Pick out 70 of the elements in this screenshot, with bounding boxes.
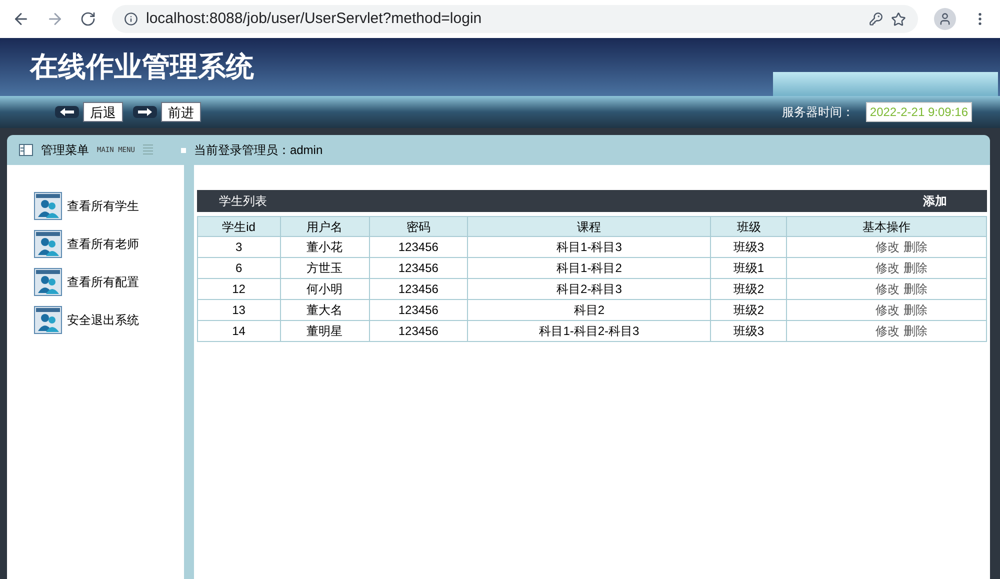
menu-title: 管理菜单	[41, 142, 89, 159]
table-cell: 13	[198, 300, 280, 320]
forward-button[interactable]: 前进	[161, 102, 201, 122]
table-title: 学生列表	[219, 193, 267, 210]
users-icon	[34, 306, 62, 334]
server-time-label: 服务器时间：	[782, 104, 854, 121]
system-title: 在线作业管理系统	[30, 50, 254, 84]
edit-link[interactable]: 修改	[876, 259, 900, 277]
table-cell: 董明星	[280, 320, 370, 342]
table-cell: 科目2	[468, 300, 711, 320]
sidebar-item[interactable]: 查看所有配置	[34, 268, 184, 296]
table-cell: 123456	[369, 236, 468, 258]
back-button[interactable]: 后退	[83, 102, 123, 122]
edit-link[interactable]: 修改	[876, 322, 900, 340]
sidebar-item[interactable]: 安全退出系统	[34, 306, 184, 334]
table-cell: 3	[198, 236, 280, 258]
list-icon	[142, 144, 153, 156]
table-cell: 科目1-科目3	[468, 236, 711, 258]
table-cell: 班级2	[710, 278, 787, 300]
table-cell: 科目1-科目2-科目3	[468, 320, 711, 342]
table-cell: 班级1	[710, 258, 787, 278]
sidebar-item[interactable]: 查看所有老师	[34, 230, 184, 258]
delete-link[interactable]: 删除	[904, 301, 928, 319]
forward-icon[interactable]	[46, 10, 64, 28]
table-cell: 董小花	[280, 236, 370, 258]
edit-link[interactable]: 修改	[876, 301, 900, 319]
table-cell: 科目2-科目3	[468, 278, 711, 300]
bullet-icon	[180, 148, 186, 152]
table-cell: 6	[198, 258, 280, 278]
delete-link[interactable]: 删除	[904, 280, 928, 298]
delete-link[interactable]: 删除	[904, 238, 928, 256]
login-info: 当前登录管理员：admin	[194, 142, 323, 159]
users-icon	[34, 192, 62, 220]
table-cell: 班级3	[710, 320, 787, 342]
back-icon[interactable]	[12, 10, 30, 28]
delete-link[interactable]: 删除	[904, 322, 928, 340]
edit-link[interactable]: 修改	[876, 238, 900, 256]
column-header: 用户名	[280, 216, 370, 236]
star-icon[interactable]	[891, 12, 906, 26]
sidebar-item[interactable]: 查看所有学生	[34, 192, 184, 220]
column-header: 课程	[468, 216, 711, 236]
edit-link[interactable]: 修改	[876, 280, 900, 298]
table-cell: 董大名	[280, 300, 370, 320]
table-cell: 何小明	[280, 278, 370, 300]
table-cell: 123456	[369, 258, 468, 278]
table-cell: 12	[198, 278, 280, 300]
table-cell: 班级2	[710, 300, 787, 320]
table-cell: 123456	[369, 320, 468, 342]
column-header: 密码	[369, 216, 468, 236]
add-link[interactable]: 添加	[923, 192, 947, 210]
column-header: 学生id	[198, 216, 280, 236]
users-icon	[34, 230, 62, 258]
table-cell: 123456	[369, 300, 468, 320]
table-cell: 科目1-科目2	[468, 258, 711, 278]
address-bar[interactable]: localhost:8088/job/user/UserServlet?method=login	[112, 5, 918, 33]
server-time: 2022-2-21 9:09:16	[866, 102, 972, 122]
profile-icon[interactable]	[934, 8, 956, 30]
url-text: localhost:8088/job/user/UserServlet?method=login	[146, 8, 482, 29]
info-icon	[124, 12, 138, 26]
column-header: 班级	[710, 216, 787, 236]
column-header: 基本操作	[786, 216, 986, 236]
key-icon[interactable]	[869, 12, 883, 26]
users-icon	[34, 268, 62, 296]
delete-link[interactable]: 删除	[904, 259, 928, 277]
table-cell: 123456	[369, 278, 468, 300]
table-cell: 14	[198, 320, 280, 342]
layout-icon	[19, 144, 33, 156]
table-cell: 班级3	[710, 236, 787, 258]
reload-icon[interactable]	[80, 11, 96, 27]
table-cell: 方世玉	[280, 258, 370, 278]
